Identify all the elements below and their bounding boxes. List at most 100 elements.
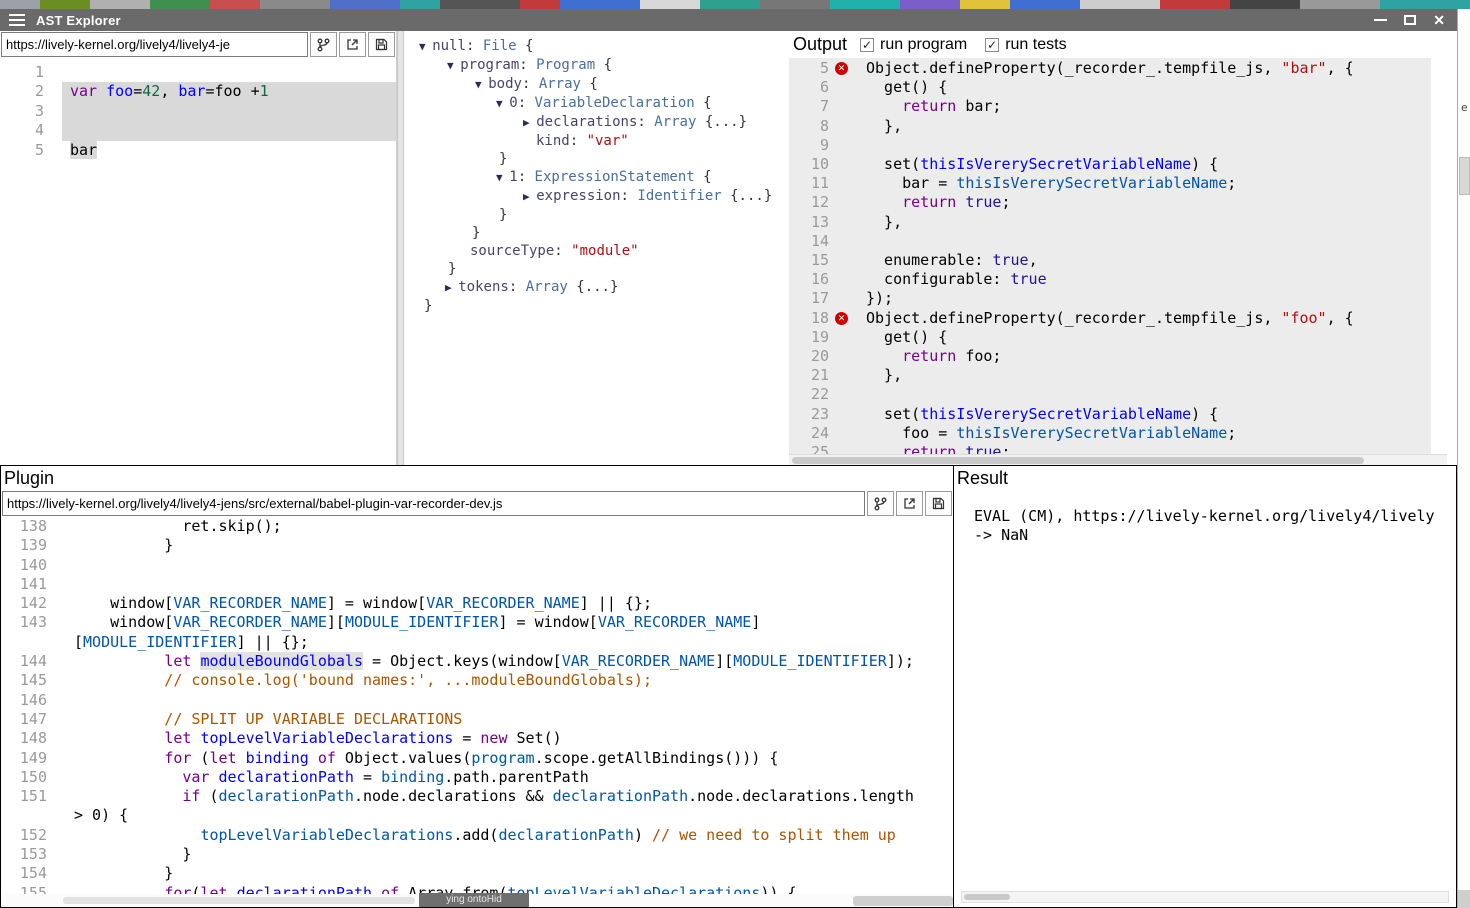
code-line: ▼ 1: ExpressionStatement { (404, 168, 789, 187)
line-number: 4 (0, 121, 62, 140)
code-line: 21 }, (789, 366, 1431, 385)
code-line: } (404, 224, 789, 242)
source-panel: https://lively-kernel.org/lively4/lively… (0, 31, 397, 465)
line-number: 145 (1, 671, 57, 690)
line-number: 10 (789, 155, 833, 174)
line-number: 141 (1, 575, 57, 594)
plugin-url-row: https://lively-kernel.org/lively4/lively… (1, 490, 953, 517)
code-line: 142 window[VAR_RECORDER_NAME] = window[V… (1, 594, 953, 613)
code-line: 152 topLevelVariableDeclarations.add(dec… (1, 826, 953, 845)
source-branch-button[interactable] (310, 32, 337, 57)
hamburger-menu-icon[interactable] (9, 14, 25, 26)
source-code-editor[interactable]: 1 2var foo=42, bar=foo +13 4 5bar (0, 60, 396, 465)
line-number: 15 (789, 251, 833, 270)
code-line: 22 (789, 385, 1431, 404)
scrollbar-thumb[interactable] (792, 457, 1364, 464)
code-line: [MODULE_IDENTIFIER] || {}; (1, 633, 953, 652)
code-line: 139 } (1, 536, 953, 555)
code-line: 5✕Object.defineProperty(_recorder_.tempf… (789, 59, 1431, 78)
line-number: 21 (789, 366, 833, 385)
code-line: ▼ 0: VariableDeclaration { (404, 94, 789, 113)
line-number: 148 (1, 729, 57, 748)
line-number (1, 806, 57, 825)
run-tests-checkbox[interactable]: ✓ (985, 38, 999, 52)
run-program-checkbox[interactable]: ✓ (860, 38, 874, 52)
minimize-icon[interactable] (1374, 19, 1387, 21)
line-number: 6 (789, 78, 833, 97)
plugin-code-editor[interactable]: 138 ret.skip();139 }140 141 142 window[V… (1, 517, 953, 907)
line-number: 23 (789, 405, 833, 424)
line-number: 8 (789, 117, 833, 136)
result-output: EVAL (CM), https://lively-kernel.org/liv… (954, 490, 1456, 546)
plugin-url-input[interactable]: https://lively-kernel.org/lively4/lively… (2, 491, 865, 516)
source-url-input[interactable]: https://lively-kernel.org/lively4/lively… (1, 32, 308, 57)
code-line: 25 return true; (789, 443, 1431, 454)
code-line: 147 // SPLIT UP VARIABLE DECLARATIONS (1, 710, 953, 729)
plugin-branch-button[interactable] (867, 491, 894, 516)
top-region: https://lively-kernel.org/lively4/lively… (0, 31, 1457, 465)
line-number: 147 (1, 710, 57, 729)
line-number: 19 (789, 328, 833, 347)
line-number: 153 (1, 845, 57, 864)
code-line: ▼ null: File { (404, 37, 789, 56)
source-open-external-button[interactable] (339, 32, 366, 57)
code-line: ▼ program: Program { (404, 56, 789, 75)
scrollbar-thumb[interactable] (853, 896, 953, 906)
screen: AST Explorer ✕ https://lively-kernel.org… (0, 0, 1470, 908)
code-line: 10 set(thisIsVererySecretVariableName) { (789, 155, 1431, 174)
plugin-horizontal-scrollbar[interactable]: ying ontoHid (1, 894, 953, 907)
line-number: 18✕ (789, 309, 833, 328)
branch-icon (874, 497, 887, 511)
line-number: 17 (789, 289, 833, 308)
line-number: 14 (789, 232, 833, 251)
code-line: ▶ tokens: Array {...} (404, 278, 789, 297)
line-number: 146 (1, 691, 57, 710)
code-line: sourceType: "module" (404, 242, 789, 260)
error-icon[interactable]: ✕ (835, 62, 848, 75)
scrollbar-track[interactable] (63, 897, 415, 904)
open-external-icon (346, 38, 359, 51)
run-program-label: run program (880, 36, 967, 54)
ast-tree-view[interactable]: ▼ null: File {▼ program: Program {▼ body… (404, 31, 789, 465)
code-line: } (404, 297, 789, 315)
output-code-view[interactable]: 5✕Object.defineProperty(_recorder_.tempf… (789, 58, 1431, 454)
code-line: 8 }, (789, 117, 1431, 136)
line-number: 20 (789, 347, 833, 366)
bottom-region: Plugin https://lively-kernel.org/lively4… (0, 465, 1457, 908)
code-line: 12 return true; (789, 193, 1431, 212)
code-line: 19 get() { (789, 328, 1431, 347)
code-line: 15 enumerable: true, (789, 251, 1431, 270)
line-number: 9 (789, 136, 833, 155)
line-number: 11 (789, 174, 833, 193)
panel-splitter[interactable] (397, 31, 404, 465)
code-line: 20 return foo; (789, 347, 1431, 366)
code-line: 145 // console.log('bound names:', ...mo… (1, 671, 953, 690)
line-number: 144 (1, 652, 57, 671)
code-line: 154 } (1, 864, 953, 883)
code-line: 151 if (declarationPath.node.declaration… (1, 787, 953, 806)
code-line: 149 for (let binding of Object.values(pr… (1, 749, 953, 768)
line-number: 3 (0, 102, 62, 121)
plugin-save-button[interactable] (925, 491, 952, 516)
scrollbar-thumb[interactable] (964, 894, 1010, 900)
line-number: 1 (0, 63, 62, 82)
result-title: Result (954, 466, 1456, 490)
code-line: 3 (0, 102, 396, 121)
window-titlebar[interactable]: AST Explorer ✕ (0, 9, 1457, 31)
edge-scrollbar-fragment (1459, 157, 1470, 195)
line-number: 149 (1, 749, 57, 768)
output-horizontal-scrollbar[interactable] (789, 454, 1447, 465)
source-save-button[interactable] (368, 32, 395, 57)
code-line: ▶ declarations: Array {...} (404, 113, 789, 132)
ast-explorer-window: AST Explorer ✕ https://lively-kernel.org… (0, 9, 1457, 908)
result-horizontal-scrollbar[interactable] (961, 891, 1449, 903)
plugin-open-external-button[interactable] (896, 491, 923, 516)
error-icon[interactable]: ✕ (835, 312, 848, 325)
window-title: AST Explorer (36, 13, 121, 28)
close-icon[interactable]: ✕ (1433, 13, 1445, 27)
run-tests-label: run tests (1005, 36, 1066, 54)
code-line: 13 }, (789, 213, 1431, 232)
maximize-icon[interactable] (1404, 15, 1416, 25)
line-number: 2 (0, 82, 62, 101)
code-line: 146 (1, 691, 953, 710)
